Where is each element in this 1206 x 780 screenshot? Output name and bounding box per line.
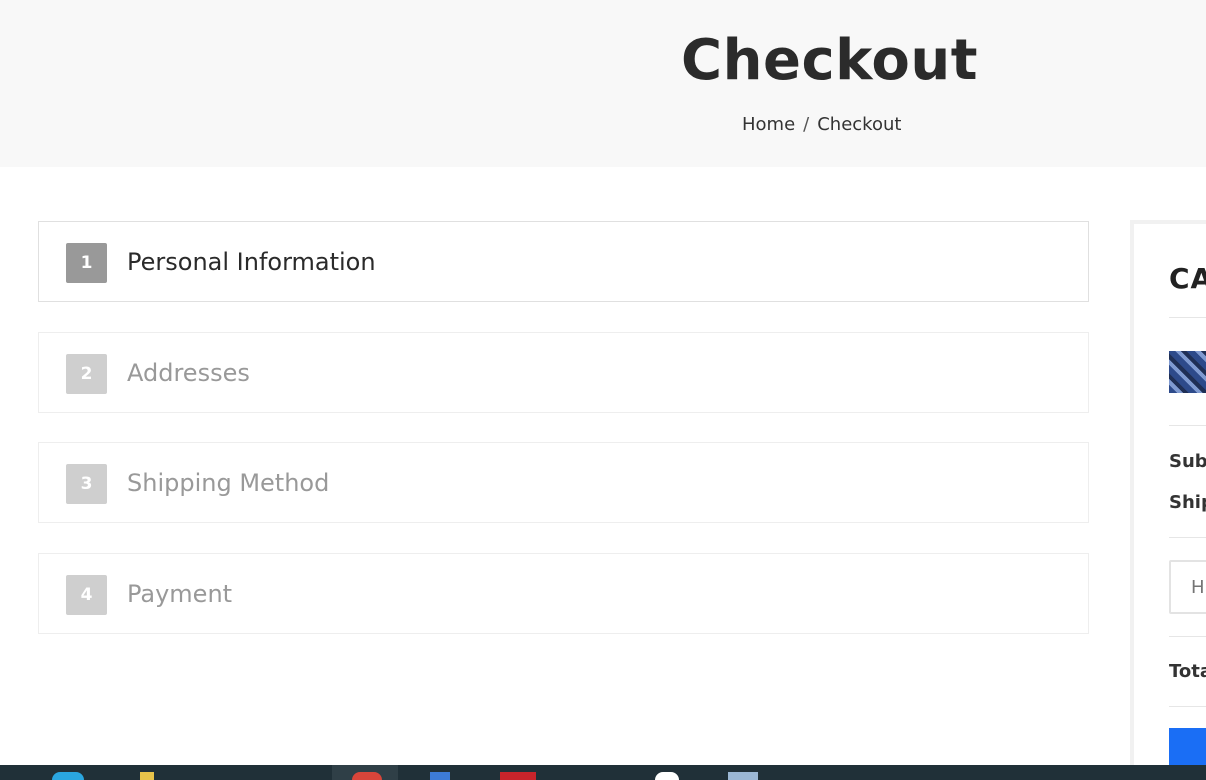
divider <box>1169 317 1206 318</box>
step-title[interactable]: Addresses <box>127 358 250 388</box>
page-hero: Checkout Home / Checkout <box>0 0 1206 167</box>
circle-app-icon[interactable] <box>655 772 679 780</box>
page-title: Checkout <box>681 28 978 93</box>
breadcrumb-current: Checkout <box>817 114 902 135</box>
divider <box>1169 706 1206 707</box>
office-icon[interactable] <box>500 772 536 780</box>
shipping-label: Ship <box>1169 492 1206 513</box>
step-personal-information[interactable]: 1 Personal Information <box>38 221 1089 302</box>
step-payment[interactable]: 4 Payment <box>38 553 1089 634</box>
pinned-app-icon-2[interactable] <box>728 772 758 780</box>
divider <box>1169 636 1206 637</box>
step-title[interactable]: Shipping Method <box>127 468 329 498</box>
cart-summary-panel: CA Sub Ship Tota <box>1130 220 1206 780</box>
breadcrumb-home-link[interactable]: Home <box>742 114 795 135</box>
step-shipping-method[interactable]: 3 Shipping Method <box>38 442 1089 523</box>
cart-item-thumbnail[interactable] <box>1169 351 1206 393</box>
step-number-badge: 1 <box>66 243 107 283</box>
discount-code-input[interactable] <box>1171 562 1206 612</box>
breadcrumb: Home / Checkout <box>742 113 901 137</box>
step-number-badge: 3 <box>66 464 107 504</box>
file-explorer-icon[interactable] <box>140 772 154 780</box>
step-number-badge: 2 <box>66 354 107 394</box>
cart-summary-title: CA <box>1169 262 1206 295</box>
step-addresses[interactable]: 2 Addresses <box>38 332 1089 413</box>
step-title[interactable]: Personal Information <box>127 247 376 277</box>
divider <box>1169 425 1206 426</box>
step-title[interactable]: Payment <box>127 579 232 609</box>
os-taskbar <box>0 765 1206 780</box>
total-label: Tota <box>1169 661 1206 682</box>
step-number-badge: 4 <box>66 575 107 615</box>
subtotal-label: Sub <box>1169 451 1206 472</box>
breadcrumb-separator: / <box>803 114 810 135</box>
chrome-icon[interactable] <box>352 772 382 780</box>
pinned-app-icon[interactable] <box>430 772 450 780</box>
discount-code-field[interactable] <box>1169 560 1206 614</box>
divider <box>1169 537 1206 538</box>
edge-icon[interactable] <box>52 772 84 780</box>
